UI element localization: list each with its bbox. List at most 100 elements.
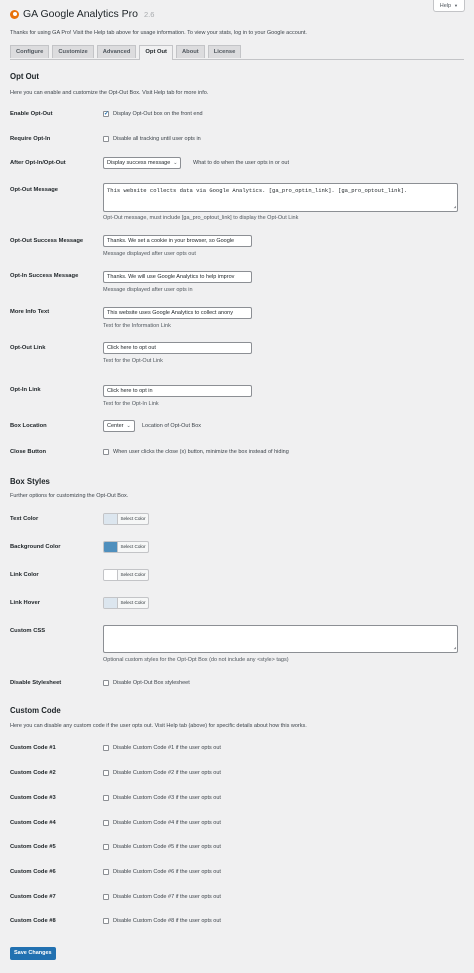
- page-header: GA Google Analytics Pro 2.6: [10, 8, 154, 20]
- opt-in-link-label: Opt-In Link: [10, 387, 41, 393]
- tab-license[interactable]: License: [207, 45, 242, 58]
- help-label: Help: [439, 2, 452, 9]
- select-color-label: Select Color: [120, 600, 146, 605]
- settings-tabs: Configure Customize Advanced Opt Out Abo…: [10, 45, 464, 60]
- box-location-select[interactable]: Center ⌄: [103, 420, 135, 432]
- enable-opt-out-option: Display Opt-Out box on the front end: [113, 111, 203, 117]
- text-color-swatch: [104, 514, 118, 524]
- opt-out-link-label: Opt-Out Link: [10, 345, 46, 351]
- tab-about[interactable]: About: [175, 45, 205, 58]
- opt-out-message-label: Opt-Out Message: [10, 187, 58, 193]
- custom-code-5-checkbox[interactable]: [103, 844, 109, 850]
- more-info-input[interactable]: This website uses Google Analytics to co…: [103, 307, 252, 319]
- enable-opt-out-label: Enable Opt-Out: [10, 111, 53, 117]
- save-changes-button[interactable]: Save Changes: [10, 947, 56, 960]
- opt-out-link-desc: Text for the Opt-Out Link: [103, 358, 163, 364]
- after-opt-select-value: Display success message: [107, 160, 171, 166]
- custom-code-title: Custom Code: [10, 706, 61, 715]
- box-styles-desc: Further options for customizing the Opt-…: [10, 493, 129, 499]
- close-button-option: When user clicks the close (x) button, m…: [113, 449, 289, 455]
- caret-down-icon: ▼: [454, 2, 458, 8]
- close-button-label: Close Button: [10, 449, 47, 455]
- chevron-down-icon: ⌄: [173, 160, 178, 166]
- plugin-version: 2.6: [143, 9, 155, 19]
- tab-configure[interactable]: Configure: [10, 45, 50, 58]
- opt-in-link-input[interactable]: Click here to opt in: [103, 385, 252, 397]
- custom-code-2-checkbox[interactable]: [103, 770, 109, 776]
- opt-in-success-label: Opt-In Success Message: [10, 273, 79, 279]
- opt-out-link-input[interactable]: Click here to opt out: [103, 342, 252, 354]
- more-info-desc: Text for the Information Link: [103, 323, 171, 329]
- opt-out-success-desc: Message displayed after user opts out: [103, 251, 196, 257]
- require-opt-in-checkbox[interactable]: [103, 136, 109, 142]
- custom-code-8-checkbox[interactable]: [103, 918, 109, 924]
- custom-code-3-checkbox[interactable]: [103, 795, 109, 801]
- custom-code-7-checkbox[interactable]: [103, 894, 109, 900]
- opt-out-success-input[interactable]: Thanks. We set a cookie in your browser,…: [103, 235, 252, 247]
- custom-code-1-checkbox[interactable]: [103, 745, 109, 751]
- require-opt-in-option: Disable all tracking until user opts in: [113, 136, 201, 142]
- select-color-label: Select Color: [120, 544, 146, 549]
- link-color-picker[interactable]: Select Color: [103, 569, 149, 581]
- link-color-label: Link Color: [10, 572, 39, 578]
- opt-in-success-desc: Message displayed after user opts in: [103, 287, 193, 293]
- require-opt-in-label: Require Opt-In: [10, 136, 51, 142]
- custom-code-6-label: Custom Code #6: [10, 869, 56, 875]
- opt-out-message-textarea[interactable]: This website collects data via Google An…: [103, 183, 458, 212]
- enable-opt-out-checkbox[interactable]: [103, 110, 109, 117]
- opt-out-success-label: Opt-Out Success Message: [10, 238, 84, 244]
- more-info-label: More Info Text: [10, 309, 50, 315]
- resize-grip-icon[interactable]: ◢: [454, 645, 456, 651]
- custom-code-8-label: Custom Code #8: [10, 918, 56, 924]
- disable-stylesheet-checkbox[interactable]: [103, 680, 109, 686]
- opt-out-section-title: Opt Out: [10, 72, 40, 81]
- background-color-label: Background Color: [10, 544, 61, 550]
- opt-in-success-input[interactable]: Thanks. We will use Google Analytics to …: [103, 271, 252, 283]
- text-color-label: Text Color: [10, 516, 39, 522]
- after-opt-desc: What to do when the user opts in or out: [193, 160, 290, 166]
- disable-stylesheet-option: Disable Opt-Out Box stylesheet: [113, 680, 190, 686]
- link-hover-picker[interactable]: Select Color: [103, 597, 149, 609]
- after-opt-label: After Opt-In/Opt-Out: [10, 160, 66, 166]
- opt-out-section-desc: Here you can enable and customize the Op…: [10, 90, 209, 96]
- custom-code-6-option: Disable Custom Code #6 if the user opts …: [113, 869, 221, 875]
- link-hover-label: Link Hover: [10, 600, 40, 606]
- box-location-desc: Location of Opt-Out Box: [142, 423, 202, 429]
- resize-grip-icon[interactable]: ◢: [454, 204, 456, 210]
- custom-code-7-option: Disable Custom Code #7 if the user opts …: [113, 894, 221, 900]
- tab-customize[interactable]: Customize: [52, 45, 94, 58]
- disable-stylesheet-label: Disable Stylesheet: [10, 680, 62, 686]
- plugin-logo-icon: [10, 9, 19, 19]
- help-tab-button[interactable]: Help ▼: [432, 0, 465, 12]
- custom-code-2-option: Disable Custom Code #2 if the user opts …: [113, 770, 221, 776]
- tab-opt-out[interactable]: Opt Out: [139, 45, 173, 60]
- custom-code-3-option: Disable Custom Code #3 if the user opts …: [113, 795, 221, 801]
- custom-code-4-checkbox[interactable]: [103, 820, 109, 826]
- background-color-picker[interactable]: Select Color: [103, 541, 149, 553]
- custom-code-8-option: Disable Custom Code #8 if the user opts …: [113, 918, 221, 924]
- custom-code-5-option: Disable Custom Code #5 if the user opts …: [113, 844, 221, 850]
- custom-code-1-label: Custom Code #1: [10, 745, 56, 751]
- background-color-swatch: [104, 542, 118, 552]
- custom-code-4-option: Disable Custom Code #4 if the user opts …: [113, 820, 221, 826]
- link-color-swatch: [104, 570, 118, 580]
- custom-code-7-label: Custom Code #7: [10, 894, 56, 900]
- opt-out-message-value: This website collects data via Google An…: [107, 187, 408, 194]
- tab-advanced[interactable]: Advanced: [96, 45, 137, 58]
- box-location-select-value: Center: [107, 423, 124, 429]
- link-hover-swatch: [104, 598, 118, 608]
- select-color-label: Select Color: [120, 572, 146, 577]
- page-title: GA Google Analytics Pro: [23, 8, 138, 20]
- after-opt-select[interactable]: Display success message ⌄: [103, 157, 182, 169]
- select-color-label: Select Color: [120, 516, 146, 521]
- custom-code-3-label: Custom Code #3: [10, 795, 56, 801]
- opt-out-message-desc: Opt-Out message, must include [ga_pro_op…: [103, 215, 299, 221]
- chevron-down-icon: ⌄: [126, 423, 131, 429]
- custom-code-6-checkbox[interactable]: [103, 869, 109, 875]
- close-button-checkbox[interactable]: [103, 449, 109, 455]
- text-color-picker[interactable]: Select Color: [103, 513, 149, 525]
- custom-css-textarea[interactable]: ◢: [103, 625, 458, 653]
- custom-code-4-label: Custom Code #4: [10, 820, 56, 826]
- opt-in-link-desc: Text for the Opt-In Link: [103, 401, 159, 407]
- intro-text: Thanks for using GA Pro! Visit the Help …: [10, 30, 307, 36]
